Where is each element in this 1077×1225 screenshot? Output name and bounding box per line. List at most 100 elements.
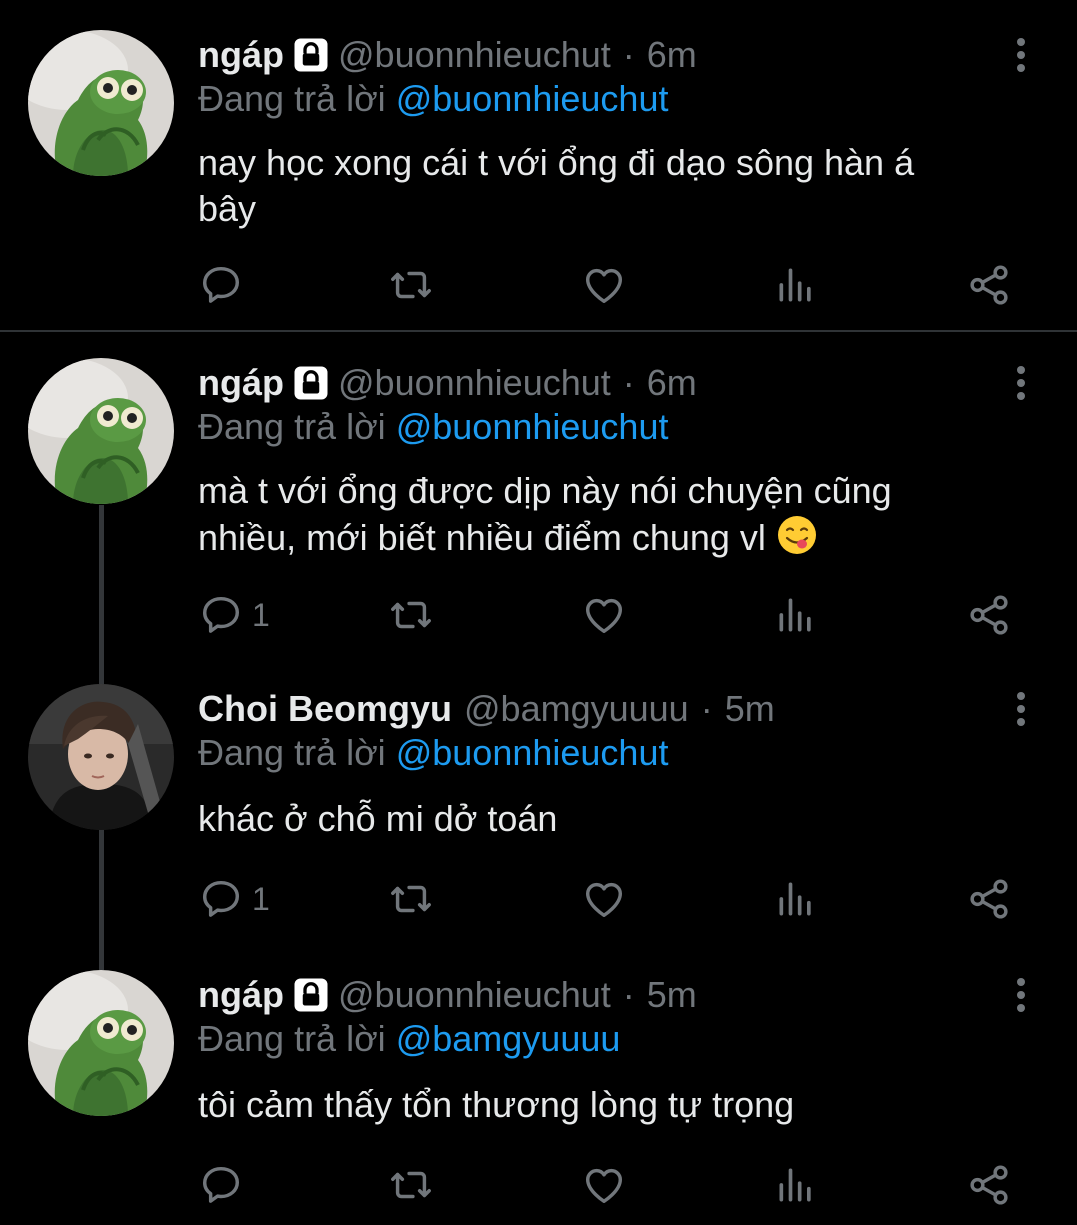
share-button[interactable] [966,590,1012,640]
username[interactable]: @buonnhieuchut [338,34,611,76]
more-options-icon[interactable] [1008,974,1034,1018]
more-options-icon[interactable] [1008,688,1034,732]
tweet-header: ngáp @buonnhieuchut · 6m [198,358,697,408]
tweet-actions: 1 [0,590,1077,640]
timestamp[interactable]: 6m [647,34,697,76]
mention-link[interactable]: @buonnhieuchut [396,78,669,119]
tweet-text: mà t với ổng được dịp này nói chuyện cũn… [198,468,1018,561]
views-button[interactable] [774,590,818,640]
lock-icon [292,977,330,1013]
tweet-header: ngáp @buonnhieuchut · 6m [198,30,697,80]
avatar[interactable] [28,30,174,176]
share-button[interactable] [966,1160,1012,1210]
more-options-icon[interactable] [1008,362,1034,406]
separator: · [622,34,635,75]
tweet-text-line: bây [198,188,257,229]
reply-icon [198,1162,244,1208]
tweet-header: Choi Beomgyu @bamgyuuuu · 5m [198,684,775,734]
share-button[interactable] [966,874,1012,924]
retweet-button[interactable] [386,874,436,924]
share-button[interactable] [966,260,1012,310]
reply-button[interactable] [198,1160,252,1210]
display-name[interactable]: Choi Beomgyu [198,688,452,730]
tweet-text-fragment: nhiều, mới biết nhiều điểm chung vl [198,517,766,558]
heart-icon [580,1162,628,1208]
tweet-header: ngáp @buonnhieuchut · 5m [198,970,697,1020]
display-name[interactable]: ngáp [198,974,284,1016]
username[interactable]: @buonnhieuchut [338,974,611,1016]
views-button[interactable] [774,874,818,924]
replying-label: Đang trả lời [198,732,386,773]
reply-count: 1 [252,596,270,633]
views-button[interactable] [774,260,818,310]
reply-icon [198,876,244,922]
retweet-icon [386,1162,436,1208]
heart-icon [580,876,628,922]
avatar[interactable] [28,970,174,1116]
username[interactable]: @bamgyuuuu [464,688,689,730]
replying-label: Đang trả lời [198,78,386,119]
like-button[interactable] [580,874,628,924]
separator: · [700,688,713,729]
views-icon [774,1162,818,1208]
tweet-text-line: khác ở chỗ mi dở toán [198,798,558,839]
tweet-text-line: nay học xong cái t với ổng đi dạo sông h… [198,142,915,183]
like-button[interactable] [580,590,628,640]
replying-to: Đang trả lời @buonnhieuchut [198,732,668,774]
share-icon [966,876,1012,922]
reply-icon [198,592,244,638]
tweet-actions: 1 [0,874,1077,924]
reply-button[interactable]: 1 [198,874,270,924]
share-icon [966,262,1012,308]
views-icon [774,876,818,922]
mention-link[interactable]: @buonnhieuchut [396,406,669,447]
reply-count: 1 [252,880,270,917]
retweet-icon [386,262,436,308]
avatar[interactable] [28,358,174,504]
heart-icon [580,262,628,308]
timestamp[interactable]: 6m [647,362,697,404]
reply-button[interactable] [198,260,252,310]
reply-icon [198,262,244,308]
avatar[interactable] [28,684,174,830]
tweet-text: khác ở chỗ mi dở toán [198,796,1018,842]
views-icon [774,262,818,308]
mention-link[interactable]: @buonnhieuchut [396,732,669,773]
tweet-text: nay học xong cái t với ổng đi dạo sông h… [198,140,1018,232]
tweet-actions [0,260,1077,310]
separator: · [622,362,635,403]
views-button[interactable] [774,1160,818,1210]
retweet-icon [386,876,436,922]
mention-link[interactable]: @bamgyuuuu [396,1018,621,1059]
face-savoring-food-emoji-icon [776,514,818,556]
replying-label: Đang trả lời [198,1018,386,1059]
tweet-actions [0,1160,1077,1210]
reply-button[interactable]: 1 [198,590,270,640]
timestamp[interactable]: 5m [647,974,697,1016]
like-button[interactable] [580,260,628,310]
retweet-button[interactable] [386,260,436,310]
username[interactable]: @buonnhieuchut [338,362,611,404]
replying-label: Đang trả lời [198,406,386,447]
views-icon [774,592,818,638]
retweet-button[interactable] [386,590,436,640]
display-name[interactable]: ngáp [198,34,284,76]
timestamp[interactable]: 5m [725,688,775,730]
share-icon [966,592,1012,638]
replying-to: Đang trả lời @buonnhieuchut [198,406,668,448]
replying-to: Đang trả lời @bamgyuuuu [198,1018,620,1060]
replying-to: Đang trả lời @buonnhieuchut [198,78,668,120]
more-options-icon[interactable] [1008,34,1034,78]
tweet-text-line: tôi cảm thấy tổn thương lòng tự trọng [198,1084,795,1125]
display-name[interactable]: ngáp [198,362,284,404]
heart-icon [580,592,628,638]
separator: · [622,974,635,1015]
like-button[interactable] [580,1160,628,1210]
lock-icon [292,365,330,401]
lock-icon [292,37,330,73]
tweet-text: tôi cảm thấy tổn thương lòng tự trọng [198,1082,1018,1128]
retweet-icon [386,592,436,638]
retweet-button[interactable] [386,1160,436,1210]
tweet-text-line: nhiều, mới biết nhiều điểm chung vl [198,514,1018,561]
share-icon [966,1162,1012,1208]
